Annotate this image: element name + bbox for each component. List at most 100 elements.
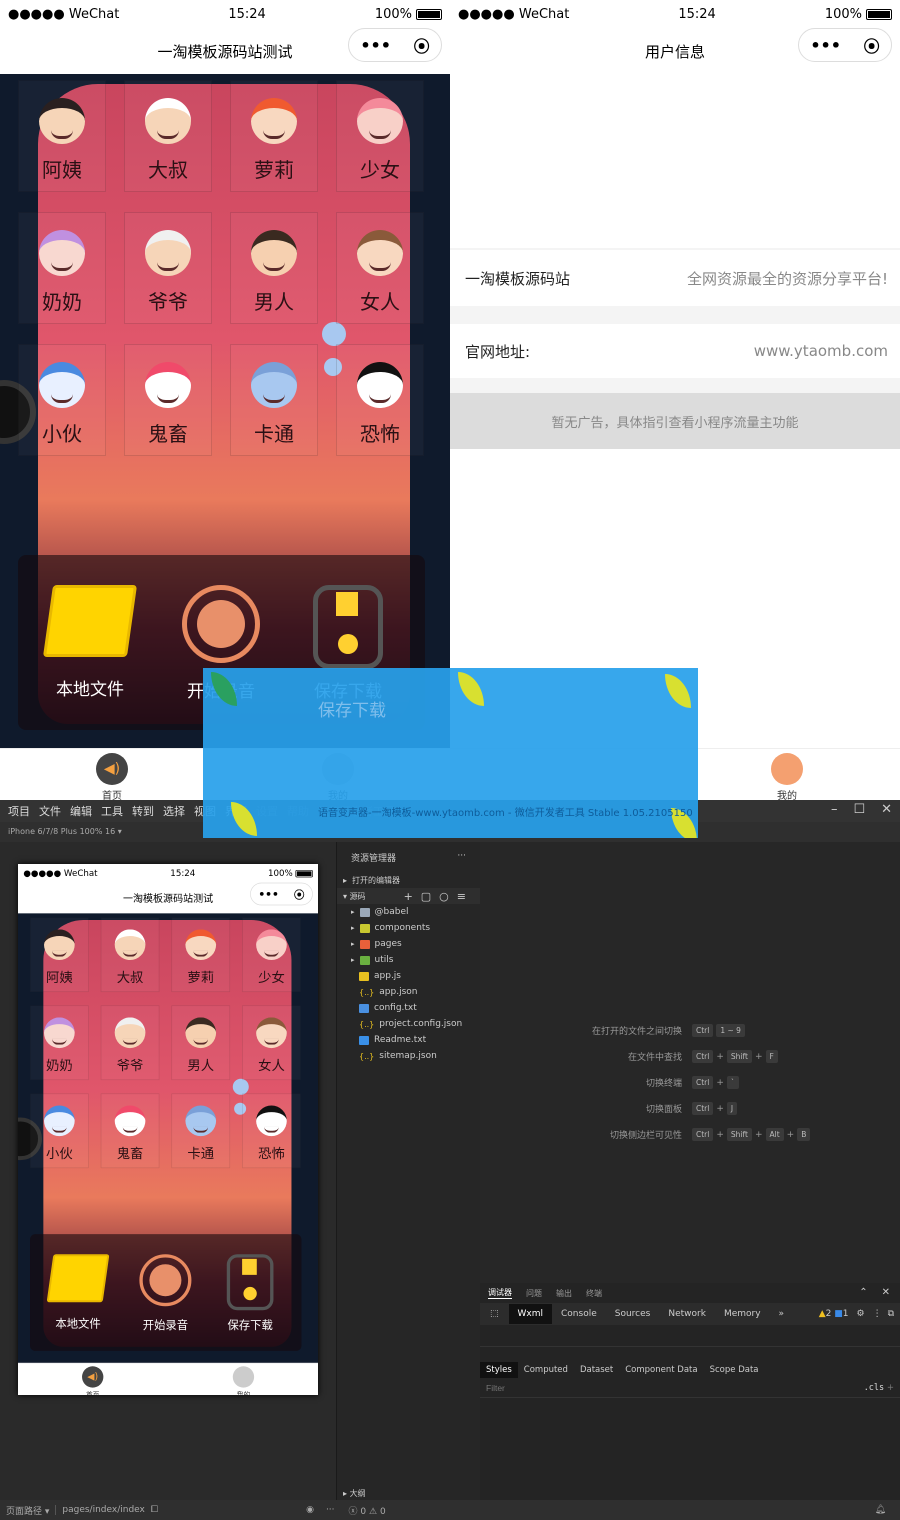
url-value[interactable]: www.ytaomb.com: [754, 342, 888, 360]
page-path-select[interactable]: 页面路径 ▾: [0, 1504, 55, 1517]
panel-tab[interactable]: 调试器: [488, 1287, 512, 1299]
add-style-button[interactable]: +: [887, 1383, 894, 1393]
start-record-button[interactable]: 开始录音: [125, 1254, 205, 1332]
more-button[interactable]: •••: [258, 888, 278, 901]
voice-button[interactable]: 恐怖: [242, 1093, 301, 1169]
explorer-actions[interactable]: +▢○≡: [404, 890, 474, 903]
local-file-button[interactable]: 本地文件: [38, 1254, 118, 1331]
key: Shift: [726, 1128, 752, 1141]
menu-item[interactable]: 编辑: [70, 803, 92, 819]
url-row[interactable]: 官网地址: www.ytaomb.com: [450, 324, 900, 378]
file-tree-item[interactable]: {..} app.json: [337, 984, 480, 1000]
style-tab[interactable]: Scope Data: [704, 1362, 765, 1378]
save-download-button[interactable]: 保存下载: [210, 1254, 290, 1332]
style-tab[interactable]: Styles: [480, 1362, 518, 1378]
voice-button[interactable]: 恐怖: [336, 344, 424, 456]
voice-button[interactable]: 鬼畜: [100, 1093, 160, 1169]
menu-item[interactable]: 选择: [163, 803, 185, 819]
voice-button[interactable]: 少女: [242, 917, 301, 993]
voice-button[interactable]: 女人: [336, 212, 424, 324]
voice-button[interactable]: 少女: [336, 80, 424, 192]
kebab-icon[interactable]: ⋮: [873, 1309, 882, 1319]
file-tree-item[interactable]: ▸ components: [337, 920, 480, 936]
close-button[interactable]: ⦿: [294, 886, 305, 902]
file-tree-item[interactable]: app.js: [337, 968, 480, 984]
bell-icon[interactable]: 🔔︎: [875, 1505, 900, 1515]
voice-button[interactable]: 卡通: [230, 344, 318, 456]
voice-button[interactable]: 爷爷: [100, 1005, 160, 1081]
outline-section[interactable]: ▸ 大纲: [343, 1488, 366, 1499]
debug-tab[interactable]: Memory: [715, 1304, 770, 1324]
file-tree-item[interactable]: config.txt: [337, 1000, 480, 1016]
style-tab[interactable]: Computed: [518, 1362, 574, 1378]
debug-tab[interactable]: Sources: [606, 1304, 660, 1324]
file-tree-item[interactable]: ▸ utils: [337, 952, 480, 968]
close-panel-icon[interactable]: ✕: [882, 1287, 890, 1298]
voice-button[interactable]: 卡通: [171, 1093, 231, 1169]
tab-mine[interactable]: 我的: [217, 1366, 270, 1395]
debug-tab[interactable]: Console: [552, 1304, 606, 1324]
close-button[interactable]: ⦿: [414, 33, 430, 57]
more-button[interactable]: •••: [360, 36, 391, 55]
file-tree-item[interactable]: Readme.txt: [337, 1032, 480, 1048]
cls-button[interactable]: .cls: [864, 1383, 884, 1393]
voice-button[interactable]: 阿姨: [30, 917, 89, 993]
file-tree-item[interactable]: {..} project.config.json: [337, 1016, 480, 1032]
voice-button[interactable]: 男人: [230, 212, 318, 324]
voice-button[interactable]: 奶奶: [18, 212, 106, 324]
voice-button[interactable]: 奶奶: [30, 1005, 89, 1081]
time: 15:24: [678, 6, 716, 22]
preview-icon[interactable]: ◉: [306, 1505, 314, 1515]
close-window-button[interactable]: ✕: [881, 802, 892, 817]
inspect-icon[interactable]: ⬚: [480, 1309, 509, 1319]
voice-button[interactable]: 大叔: [124, 80, 212, 192]
file-tree-item[interactable]: ▸ pages: [337, 936, 480, 952]
issue-counts[interactable]: ▲2 ■1: [819, 1309, 849, 1319]
problem-counts[interactable]: ⓧ 0 ⚠ 0: [349, 1504, 386, 1517]
copy-icon[interactable]: ⧠: [151, 1505, 158, 1515]
panel-tab[interactable]: 终端: [586, 1288, 602, 1299]
debug-tab[interactable]: »: [770, 1304, 794, 1324]
minimize-button[interactable]: –: [831, 802, 838, 817]
voice-button[interactable]: 爷爷: [124, 212, 212, 324]
file-name: components: [374, 923, 431, 933]
tab-home[interactable]: ◀)首页: [72, 753, 152, 800]
source-section[interactable]: ▾ 源码 +▢○≡: [337, 888, 480, 904]
more-button[interactable]: •••: [810, 36, 841, 55]
tab-mine[interactable]: 我的: [747, 753, 827, 800]
voice-button[interactable]: 鬼畜: [124, 344, 212, 456]
close-button[interactable]: ⦿: [864, 33, 880, 57]
tab-home[interactable]: ◀)首页: [66, 1366, 119, 1395]
style-tab[interactable]: Dataset: [574, 1362, 619, 1378]
local-file-button[interactable]: 本地文件: [30, 585, 150, 700]
menu-item[interactable]: 转到: [132, 803, 154, 819]
more-icon[interactable]: ···: [457, 851, 466, 864]
shortcut-label: 切换侧边栏可见性: [609, 1131, 682, 1141]
open-editors[interactable]: ▸ 打开的编辑器: [337, 872, 480, 888]
device-select[interactable]: iPhone 6/7/8 Plus 100% 16 ▾: [8, 827, 122, 836]
filter-input[interactable]: [486, 1383, 786, 1393]
voice-button[interactable]: 萝莉: [171, 917, 231, 993]
voice-button[interactable]: 大叔: [100, 917, 160, 993]
style-tab[interactable]: Component Data: [619, 1362, 703, 1378]
voice-button[interactable]: 女人: [242, 1005, 301, 1081]
gear-icon[interactable]: ⚙: [848, 1309, 872, 1319]
voice-button[interactable]: 小伙: [18, 344, 106, 456]
more-icon[interactable]: ···: [326, 1505, 335, 1515]
file-tree-item[interactable]: ▸ @babel: [337, 904, 480, 920]
voice-button[interactable]: 小伙: [30, 1093, 89, 1169]
panel-tab[interactable]: 输出: [556, 1288, 572, 1299]
debug-tab[interactable]: Network: [659, 1304, 715, 1324]
file-tree-item[interactable]: {..} sitemap.json: [337, 1048, 480, 1064]
menu-item[interactable]: 工具: [101, 803, 123, 819]
collapse-icon[interactable]: ⌃: [859, 1287, 867, 1298]
undock-icon[interactable]: ⧉: [882, 1309, 900, 1319]
menu-item[interactable]: 项目: [8, 803, 30, 819]
voice-button[interactable]: 萝莉: [230, 80, 318, 192]
voice-button[interactable]: 阿姨: [18, 80, 106, 192]
voice-button[interactable]: 男人: [171, 1005, 231, 1081]
panel-tab[interactable]: 问题: [526, 1288, 542, 1299]
maximize-button[interactable]: ☐: [853, 802, 865, 817]
debug-tab[interactable]: Wxml: [508, 1304, 553, 1324]
menu-item[interactable]: 文件: [39, 803, 61, 819]
